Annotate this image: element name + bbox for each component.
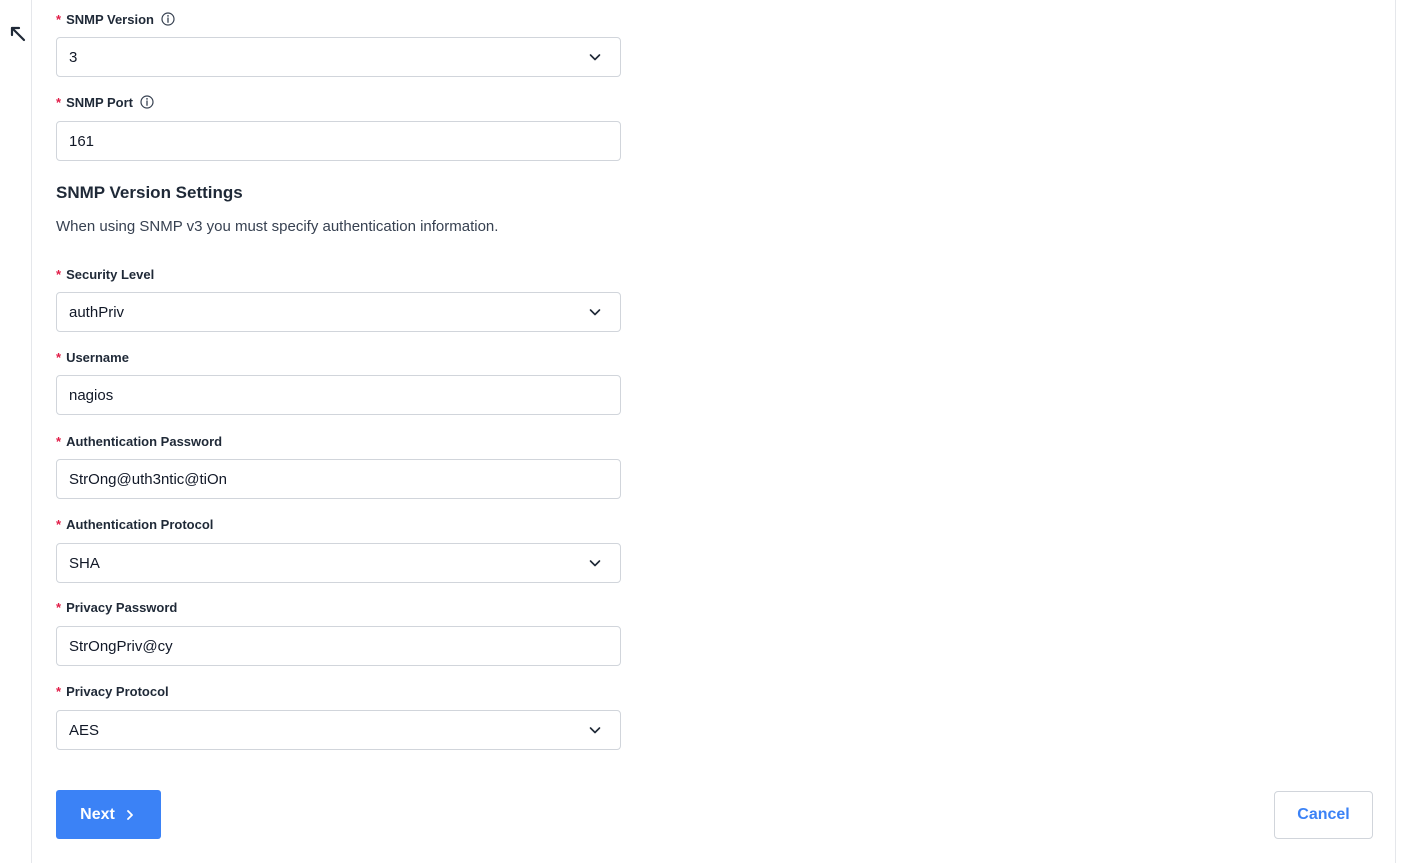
username-value: nagios [69,386,114,404]
privacy-password-label: * Privacy Password [56,598,177,616]
cancel-button-label: Cancel [1297,806,1350,823]
snmp-port-label: * SNMP Port [56,93,154,111]
privacy-protocol-label-text: Privacy Protocol [66,683,169,699]
snmp-port-value: 161 [69,132,95,150]
next-button[interactable]: Next [56,790,161,839]
chevron-down-icon [589,560,601,567]
next-button-label: Next [80,805,115,823]
required-marker: * [56,266,62,282]
privacy-protocol-label: * Privacy Protocol [56,682,169,700]
right-divider [1395,0,1396,863]
info-icon[interactable] [140,95,154,109]
page: * SNMP Version 3 * SNMP Port 161 SNMP Ve… [0,0,1403,863]
privacy-password-value: StrOngPriv@cy [69,637,173,655]
required-marker: * [56,11,62,27]
snmp-version-label-text: SNMP Version [66,11,154,27]
username-label: * Username [56,348,129,366]
chevron-down-icon [589,727,601,734]
security-level-value: authPriv [69,303,125,321]
required-marker: * [56,516,62,532]
left-divider [31,0,32,863]
required-marker: * [56,683,62,699]
privacy-protocol-value: AES [69,721,100,739]
security-level-label-text: Security Level [66,266,155,282]
required-marker: * [56,349,62,365]
auth-protocol-label: * Authentication Protocol [56,515,213,533]
auth-password-value: StrOng@uth3ntic@tiOn [69,470,228,488]
snmp-version-select[interactable]: 3 [56,37,621,77]
snmp-version-value: 3 [69,48,78,66]
privacy-password-label-text: Privacy Password [66,599,178,615]
security-level-select[interactable]: authPriv [56,292,621,332]
auth-password-label-text: Authentication Password [66,433,223,449]
security-level-label: * Security Level [56,265,154,283]
username-input[interactable]: nagios [56,375,621,415]
auth-protocol-select[interactable]: SHA [56,543,621,583]
required-marker: * [56,599,62,615]
section-title: SNMP Version Settings [56,183,243,202]
username-label-text: Username [66,349,129,365]
section-description: When using SNMP v3 you must specify auth… [56,218,499,235]
chevron-down-icon [589,309,601,316]
required-marker: * [56,94,62,110]
info-icon[interactable] [161,12,175,26]
mouse-cursor-icon [10,26,26,42]
auth-protocol-value: SHA [69,554,100,572]
chevron-right-icon [126,809,133,820]
privacy-password-input[interactable]: StrOngPriv@cy [56,626,621,666]
auth-password-label: * Authentication Password [56,432,222,450]
auth-protocol-label-text: Authentication Protocol [66,516,214,532]
snmp-port-input[interactable]: 161 [56,121,621,161]
required-marker: * [56,433,62,449]
chevron-down-icon [589,54,601,61]
privacy-protocol-select[interactable]: AES [56,710,621,750]
snmp-port-label-text: SNMP Port [66,94,133,110]
cancel-button[interactable]: Cancel [1274,791,1373,839]
auth-password-input[interactable]: StrOng@uth3ntic@tiOn [56,459,621,499]
snmp-version-label: * SNMP Version [56,10,175,28]
